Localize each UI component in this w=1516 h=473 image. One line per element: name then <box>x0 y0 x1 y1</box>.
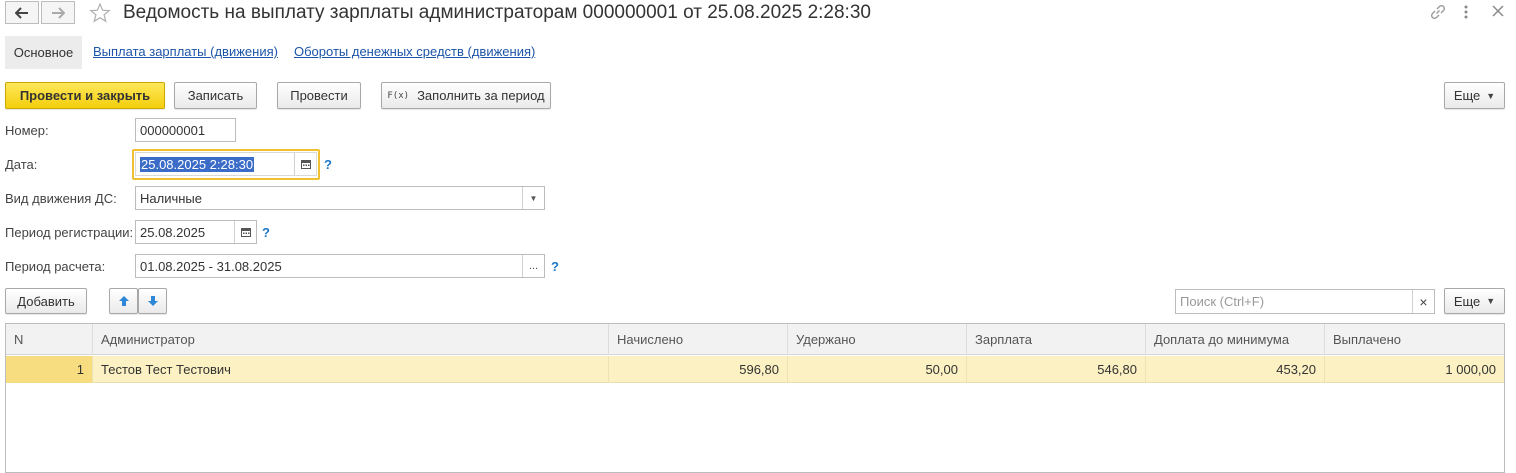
more-button[interactable]: Еще ▼ <box>1444 82 1505 109</box>
row-withheld: 50,00 <box>788 356 967 383</box>
more-label: Еще <box>1453 88 1481 103</box>
row-salary: 546,80 <box>967 356 1146 383</box>
payroll-table[interactable]: N Администратор Начислено Удержано Зарпл… <box>5 323 1505 473</box>
calc-period-field[interactable]: 01.08.2025 - 31.08.2025 ... <box>135 254 545 278</box>
column-header-n[interactable]: N <box>6 324 93 355</box>
reg-period-label: Период регистрации: <box>5 225 134 240</box>
post-and-close-button[interactable]: Провести и закрыть <box>5 82 165 109</box>
caret-down-icon: ▼ <box>1486 90 1496 101</box>
table-more-button[interactable]: Еще ▼ <box>1444 288 1505 314</box>
more-vert-icon[interactable] <box>1463 4 1469 24</box>
column-header-min-surcharge[interactable]: Доплата до минимума <box>1146 324 1325 355</box>
back-button[interactable] <box>5 1 39 24</box>
search-placeholder: Поиск (Ctrl+F) <box>1180 294 1265 309</box>
arrow-right-icon <box>52 6 65 19</box>
row-administrator: Тестов Тест Тестович <box>93 356 609 383</box>
row-accrued: 596,80 <box>609 356 788 383</box>
movement-value: Наличные <box>140 190 202 206</box>
calc-period-label: Период расчета: <box>5 259 106 274</box>
star-icon[interactable] <box>89 2 111 27</box>
move-up-button[interactable] <box>109 288 138 314</box>
row-number: 1 <box>6 356 93 383</box>
calendar-icon[interactable] <box>294 153 316 175</box>
column-header-paid[interactable]: Выплачено <box>1325 324 1504 355</box>
calc-period-value: 01.08.2025 - 31.08.2025 <box>140 258 282 274</box>
date-label: Дата: <box>5 157 38 172</box>
calc-period-help-icon[interactable]: ? <box>551 259 559 274</box>
number-label: Номер: <box>5 123 49 138</box>
fill-period-button[interactable]: F(x) Заполнить за период <box>381 82 551 109</box>
page-title: Ведомость на выплату зарплаты администра… <box>123 2 871 23</box>
table-header: N Администратор Начислено Удержано Зарпл… <box>6 324 1504 355</box>
date-value: 25.08.2025 2:28:30 <box>140 156 255 172</box>
number-field[interactable]: 000000001 <box>135 118 236 142</box>
arrow-left-icon <box>15 6 28 19</box>
reg-period-help-icon[interactable]: ? <box>262 225 270 240</box>
function-icon: F(x) <box>387 90 410 101</box>
calendar-icon[interactable] <box>234 221 256 243</box>
tab-cash-turnover[interactable]: Обороты денежных средств (движения) <box>294 44 535 59</box>
reg-period-value: 25.08.2025 <box>140 224 206 240</box>
table-row[interactable]: 1 Тестов Тест Тестович 596,80 50,00 546,… <box>6 356 1504 383</box>
tab-salary-payment[interactable]: Выплата зарплаты (движения) <box>93 44 278 59</box>
clear-search-icon[interactable]: × <box>1412 290 1434 313</box>
column-header-salary[interactable]: Зарплата <box>967 324 1146 355</box>
caret-down-icon: ▼ <box>1486 296 1496 306</box>
movement-select[interactable]: Наличные ▼ <box>135 186 545 210</box>
save-button[interactable]: Записать <box>174 82 257 109</box>
row-paid: 1 000,00 <box>1445 362 1496 377</box>
search-input[interactable]: Поиск (Ctrl+F) × <box>1175 289 1435 314</box>
reg-period-field[interactable]: 25.08.2025 <box>135 220 257 244</box>
arrow-up-icon <box>118 296 129 306</box>
fill-period-label: Заполнить за период <box>417 88 545 103</box>
move-down-button[interactable] <box>138 288 167 314</box>
column-header-withheld[interactable]: Удержано <box>788 324 967 355</box>
column-header-administrator[interactable]: Администратор <box>93 324 609 355</box>
ellipsis-icon[interactable]: ... <box>522 255 544 277</box>
add-button[interactable]: Добавить <box>5 288 87 314</box>
row-min-surcharge: 453,20 <box>1146 356 1325 383</box>
column-header-accrued[interactable]: Начислено <box>609 324 788 355</box>
dropdown-icon[interactable]: ▼ <box>522 187 544 209</box>
link-icon[interactable] <box>1429 3 1447 24</box>
forward-button[interactable] <box>41 1 75 24</box>
arrow-down-icon <box>147 296 158 306</box>
date-field[interactable]: 25.08.2025 2:28:30 <box>135 152 317 176</box>
close-icon[interactable] <box>1491 4 1505 22</box>
tab-main[interactable]: Основное <box>5 36 82 69</box>
post-button[interactable]: Провести <box>277 82 361 109</box>
number-value: 000000001 <box>140 122 206 138</box>
movement-label: Вид движения ДС: <box>5 191 117 206</box>
date-help-icon[interactable]: ? <box>324 157 332 172</box>
table-more-label: Еще <box>1453 293 1481 309</box>
